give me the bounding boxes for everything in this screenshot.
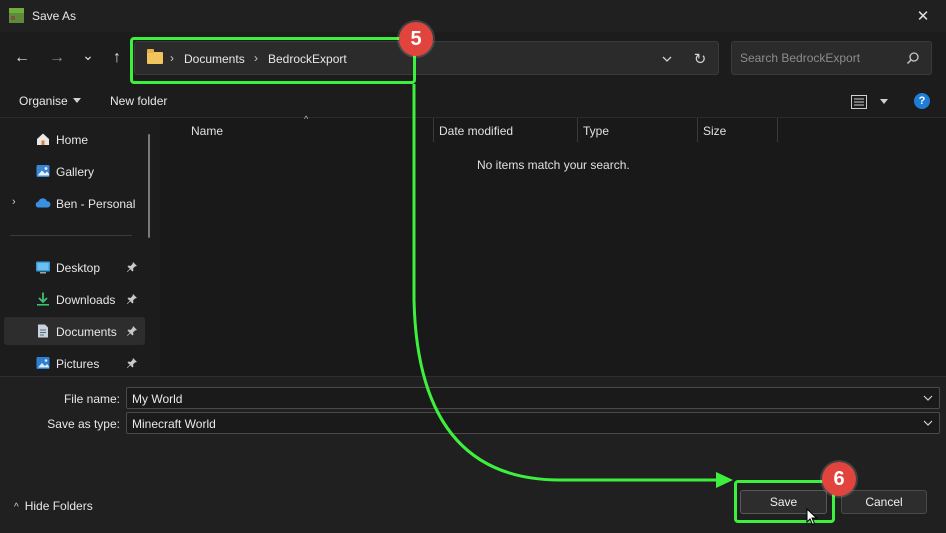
step-badge-6: 6 (822, 462, 856, 496)
flow-arrow (412, 84, 733, 488)
mouse-cursor-icon (806, 508, 818, 526)
step-badge-5: 5 (399, 22, 433, 56)
